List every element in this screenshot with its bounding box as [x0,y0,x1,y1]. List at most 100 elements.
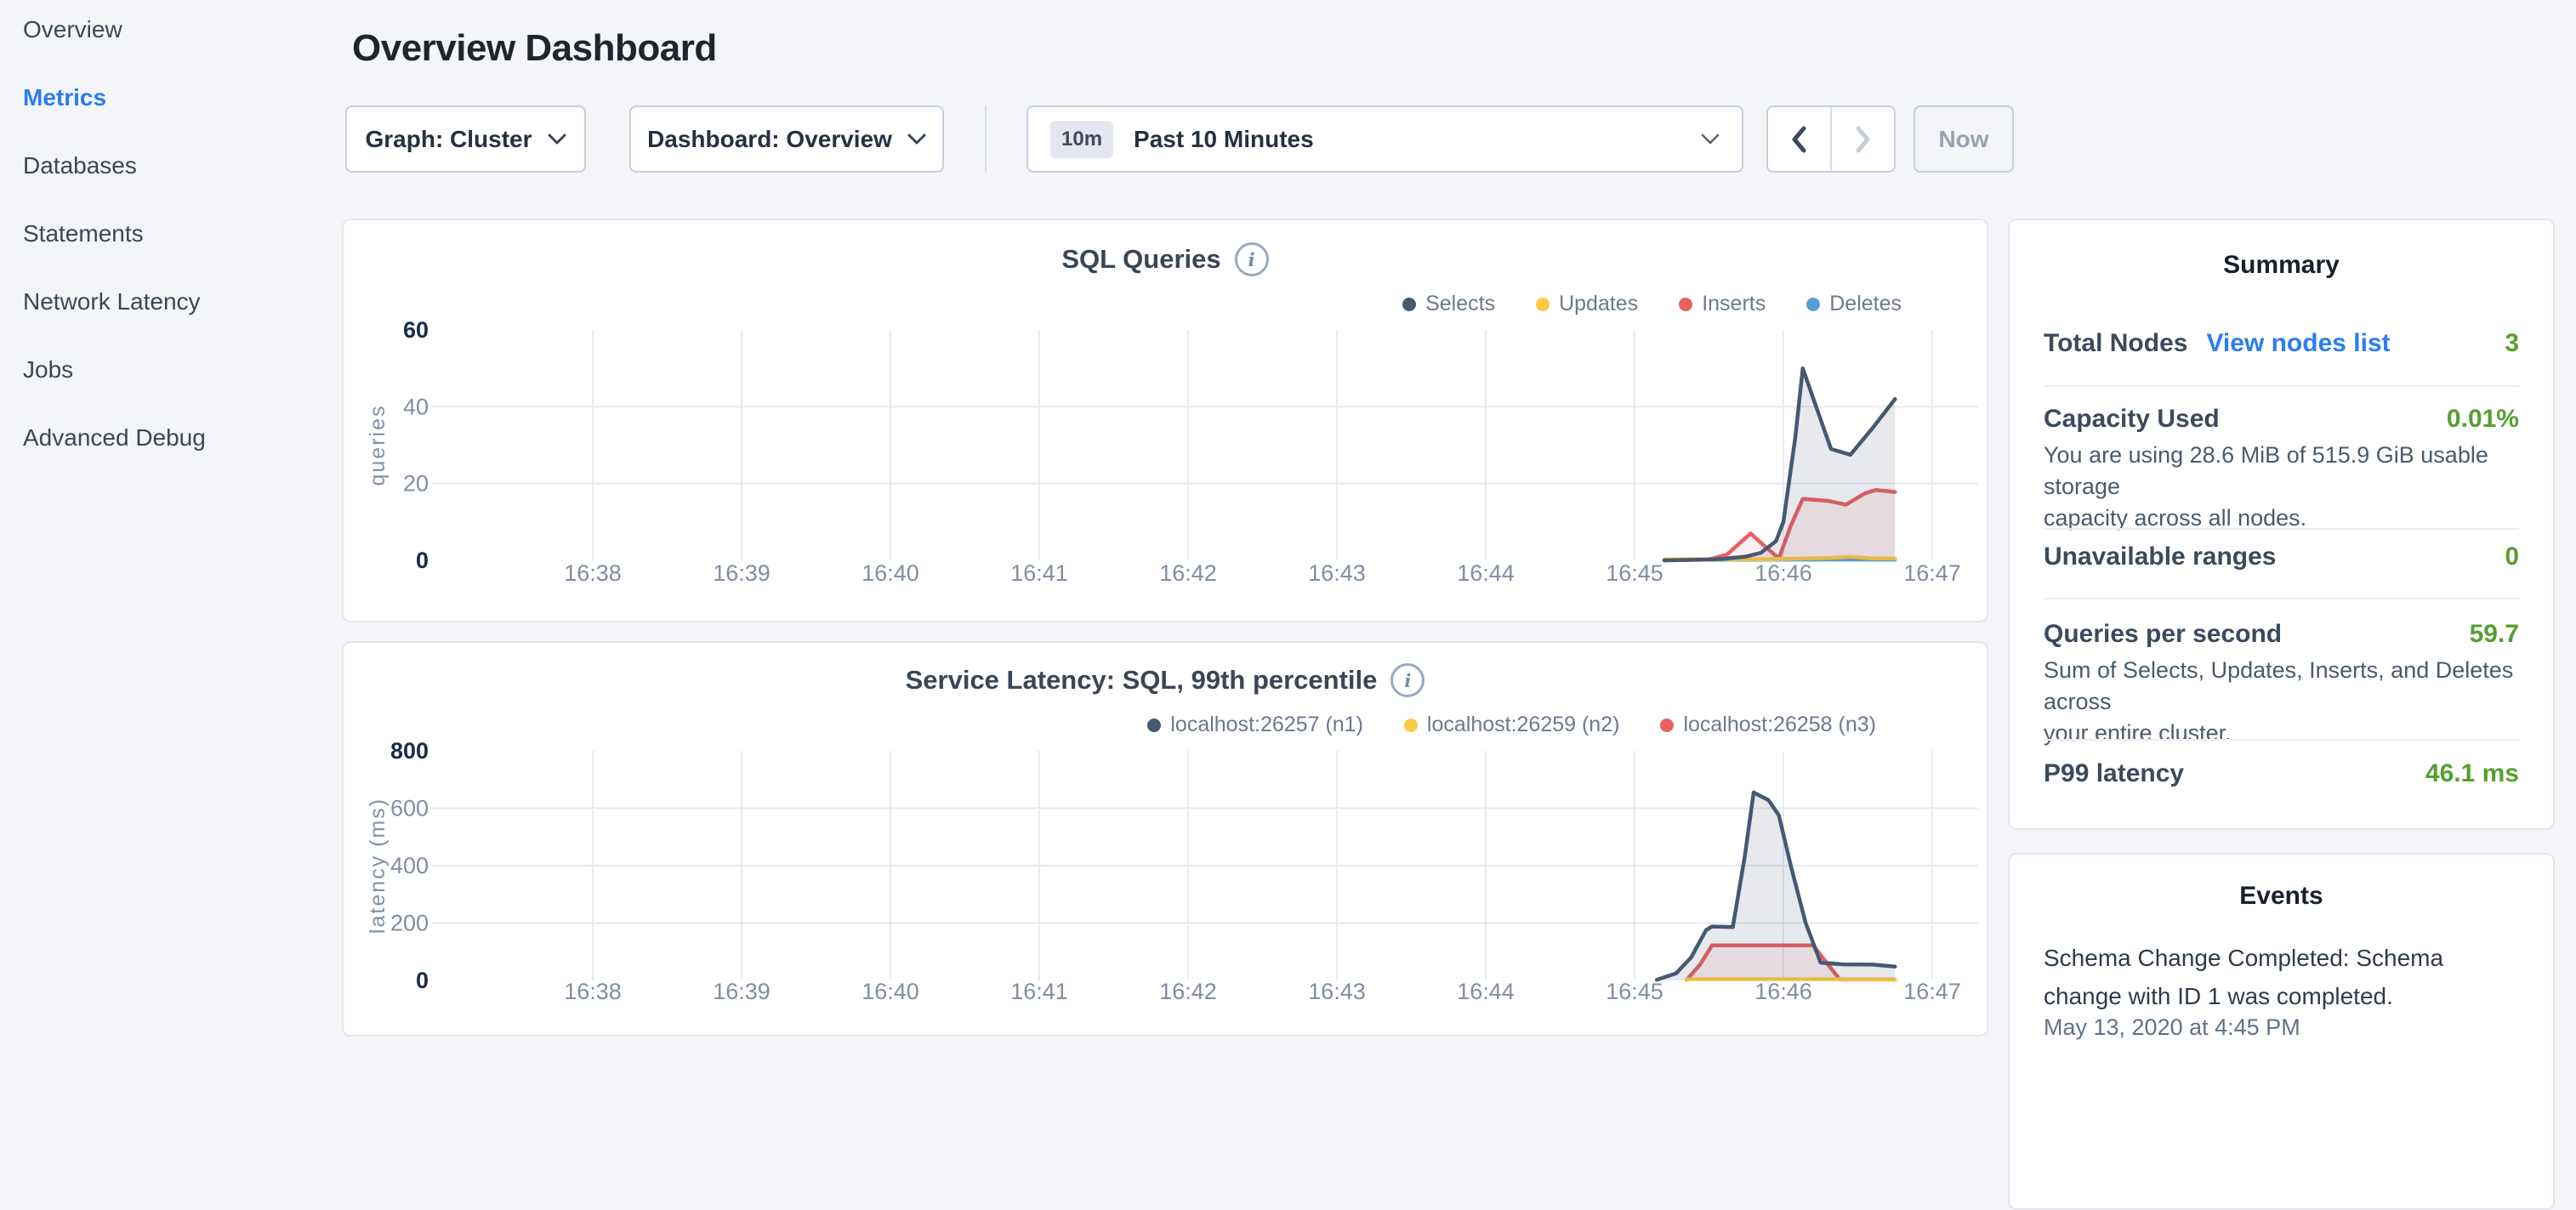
svg-text:16:46: 16:46 [1754,560,1812,586]
svg-text:200: 200 [390,911,429,936]
capacity-used-row: Capacity Used 0.01% [2044,405,2519,434]
chart-title: Service Latency: SQL, 99th percentile [906,665,1378,696]
legend-item: localhost:26258 (n3) [1660,713,1876,737]
sidebar: Overview Metrics Databases Statements Networ… [0,12,340,488]
time-pager [1766,105,1896,173]
event-item[interactable]: Schema Change Completed: Schema change w… [2044,939,2519,1015]
summary-panel: Summary Total Nodes View nodes list 3 Ca… [2008,219,2555,830]
queries-per-second-value: 59.7 [2470,620,2519,649]
svg-text:20: 20 [403,471,429,497]
sidebar-item-network-latency[interactable]: Network Latency [23,284,340,320]
chart-title: SQL Queries [1061,244,1220,275]
p99-latency-label: P99 latency [2044,759,2184,788]
p99-latency-value: 46.1 ms [2425,759,2519,788]
service-latency-chart[interactable]: 020040060080016:3816:3916:4016:4116:4216… [344,643,1987,1035]
legend-item: localhost:26257 (n1) [1147,713,1363,737]
svg-text:60: 60 [403,317,429,343]
svg-text:16:44: 16:44 [1457,979,1515,1004]
time-range-dropdown[interactable]: 10m Past 10 Minutes [1026,105,1743,173]
svg-text:400: 400 [390,853,429,878]
legend-label: Updates [1559,292,1638,316]
divider [2044,739,2519,741]
svg-text:40: 40 [403,394,429,419]
svg-text:16:47: 16:47 [1903,979,1961,1004]
legend-dot-icon [1147,719,1161,732]
divider [2044,385,2519,387]
chevron-left-icon [1792,126,1806,153]
now-button-label: Now [1938,126,1988,153]
dashboard-dropdown[interactable]: Dashboard: Overview [629,105,944,173]
legend-dot-icon [1536,298,1550,311]
info-icon[interactable] [1235,242,1269,276]
svg-text:16:47: 16:47 [1903,560,1961,586]
svg-text:16:43: 16:43 [1308,979,1366,1004]
chevron-down-icon [907,133,926,145]
p99-latency-row: P99 latency 46.1 ms [2044,759,2519,788]
sidebar-item-overview[interactable]: Overview [23,12,340,48]
sidebar-item-advanced-debug[interactable]: Advanced Debug [23,420,340,456]
sidebar-item-databases[interactable]: Databases [23,148,340,184]
svg-text:800: 800 [390,738,429,764]
sidebar-item-metrics[interactable]: Metrics [23,80,340,116]
legend-label: Inserts [1702,292,1766,316]
svg-text:16:39: 16:39 [713,979,771,1004]
legend-dot-icon [1660,719,1674,732]
legend-label: Selects [1425,292,1495,316]
legend-item: Selects [1402,292,1495,316]
sidebar-item-jobs[interactable]: Jobs [23,352,340,388]
events-title: Events [2010,882,2553,911]
now-button[interactable]: Now [1914,105,2014,173]
svg-text:16:43: 16:43 [1308,560,1366,586]
sql-queries-chart[interactable]: 020406016:3816:3916:4016:4116:4216:4316:… [344,220,1987,621]
total-nodes-value: 3 [2505,329,2519,358]
time-range-label: Past 10 Minutes [1134,126,1314,153]
divider [2044,598,2519,599]
chart-legend: Selects Updates Inserts Deletes [1402,292,1902,316]
legend-label: Deletes [1829,292,1902,316]
svg-text:16:41: 16:41 [1010,979,1068,1004]
svg-text:16:40: 16:40 [862,560,919,586]
sql-queries-chart-card: 020406016:3816:3916:4016:4116:4216:4316:… [342,219,1988,622]
service-latency-chart-card: 020040060080016:3816:3916:4016:4116:4216… [342,641,1988,1037]
time-range-badge: 10m [1050,121,1113,158]
capacity-used-label: Capacity Used [2044,405,2220,434]
prev-interval-button[interactable] [1768,107,1830,171]
view-nodes-list-link[interactable]: View nodes list [2206,329,2390,358]
unavailable-ranges-label: Unavailable ranges [2044,543,2276,571]
svg-text:16:44: 16:44 [1457,560,1515,586]
events-panel: Events Schema Change Completed: Schema c… [2008,853,2555,1210]
graph-dropdown[interactable]: Graph: Cluster [345,105,586,173]
chevron-down-icon [548,133,566,145]
svg-text:16:42: 16:42 [1159,979,1217,1004]
unavailable-ranges-row: Unavailable ranges 0 [2044,543,2519,571]
svg-text:0: 0 [416,548,429,573]
legend-label: localhost:26257 (n1) [1170,713,1363,737]
legend-dot-icon [1404,719,1418,732]
legend-item: Updates [1536,292,1638,316]
svg-text:latency (ms): latency (ms) [366,798,390,934]
legend-dot-icon [1402,298,1416,311]
svg-text:16:38: 16:38 [564,979,622,1004]
svg-text:queries: queries [366,405,390,486]
controls-divider [985,105,987,173]
legend-item: Inserts [1679,292,1766,316]
legend-label: localhost:26258 (n3) [1683,713,1876,737]
legend-dot-icon [1679,298,1692,311]
capacity-used-description: You are using 28.6 MiB of 515.9 GiB usab… [2044,440,2519,534]
queries-per-second-description: Sum of Selects, Updates, Inserts, and De… [2044,655,2519,749]
chevron-right-icon [1856,126,1870,153]
graph-dropdown-label: Graph: Cluster [365,126,532,153]
svg-text:16:42: 16:42 [1159,560,1217,586]
info-icon[interactable] [1390,663,1424,697]
event-timestamp: May 13, 2020 at 4:45 PM [2044,1014,2519,1041]
dashboard-dropdown-label: Dashboard: Overview [647,126,892,153]
next-interval-button[interactable] [1830,107,1894,171]
sidebar-item-statements[interactable]: Statements [23,216,340,252]
legend-item: localhost:26259 (n2) [1404,713,1620,737]
svg-text:16:39: 16:39 [713,560,771,586]
svg-text:16:40: 16:40 [862,979,919,1004]
svg-text:16:45: 16:45 [1606,979,1663,1004]
svg-text:16:41: 16:41 [1010,560,1068,586]
total-nodes-label: Total Nodes [2044,329,2187,358]
page-title: Overview Dashboard [352,27,717,70]
